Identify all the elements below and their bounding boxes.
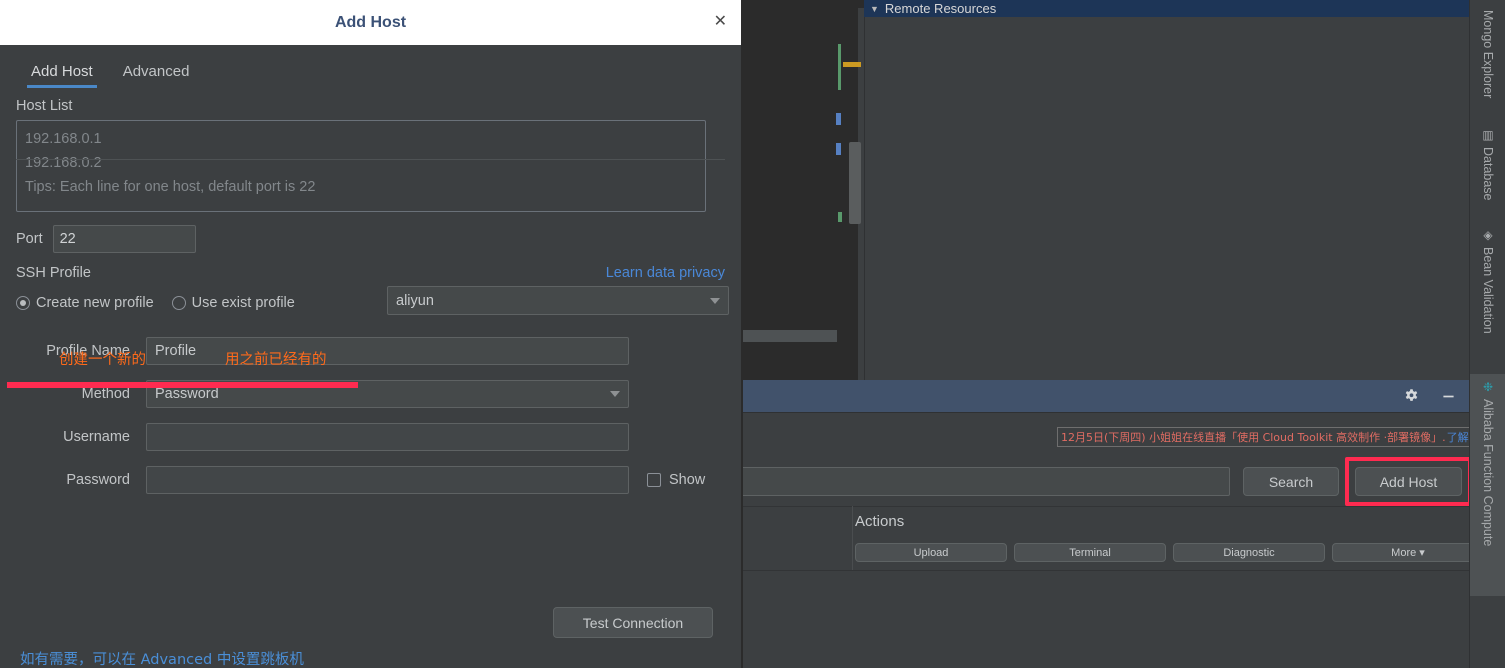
terminal-button[interactable]: Terminal [1014,543,1166,562]
annotation-underline-use-exist [190,382,358,388]
search-input[interactable] [700,467,1230,496]
editor-selection-strip [742,330,837,342]
sidebar-item-bean-validation[interactable]: ◈ Bean Validation [1470,222,1505,354]
sidebar-item-label: Database [1481,147,1495,201]
tab-add-host[interactable]: Add Host [16,58,108,88]
method-value: Password [155,386,219,402]
search-button[interactable]: Search [1243,467,1339,496]
remote-resources-title: Remote Resources [884,1,997,16]
actions-label: Actions [855,513,905,530]
dialog-body: Add Host Advanced Host List 192.168.0.1 … [0,58,741,668]
promo-banner-text: 12月5日(下周四) 小姐姐在线直播「使用 Cloud Toolkit 高效制作… [1061,431,1446,444]
host-list-placeholder-line: Tips: Each line for one host, default po… [25,179,316,195]
existing-profile-value: aliyun [396,292,434,309]
promo-banner[interactable]: 12月5日(下周四) 小姐姐在线直播「使用 Cloud Toolkit 高效制作… [1057,427,1505,447]
sidebar-item-mongo-explorer[interactable]: Mongo Explorer [1470,4,1505,114]
marker-yellow-1 [843,62,861,67]
show-password-wrap[interactable]: Show [647,472,705,488]
actions-button-row: Upload Terminal Diagnostic More ▾ [855,543,1484,562]
host-list-placeholder-line: 192.168.0.2 [25,155,102,171]
gear-icon[interactable] [1403,388,1420,405]
existing-profile-select[interactable]: aliyun [387,286,729,315]
ssh-profile-row: SSH Profile Learn data privacy [16,265,725,281]
dialog-tab-bar: Add Host Advanced [16,58,725,88]
port-label: Port [16,231,43,247]
annotation-use-exist-cn: 用之前已经有的 [225,352,327,368]
toolwindow-header-bar [742,380,1469,412]
add-host-button[interactable]: Add Host [1355,467,1462,496]
bean-icon: ◈ [1481,228,1495,242]
add-host-dialog: Add Host ✕ Add Host Advanced Host List 1… [0,0,742,668]
radio-use-exist-profile-label[interactable]: Use exist profile [192,295,295,311]
sidebar-item-alibaba-function-compute[interactable]: ❉ Alibaba Function Compute [1470,374,1505,596]
host-list-textarea[interactable]: 192.168.0.1 192.168.0.2 Tips: Each line … [16,120,706,212]
sidebar-item-database[interactable]: ▥ Database [1470,122,1505,210]
host-list-label: Host List [16,98,73,114]
sidebar-item-label: Alibaba Function Compute [1481,399,1495,547]
profile-mode-radio-group: Create new profile Use exist profile ali… [16,286,729,315]
toolwindow-header-actions [1403,380,1457,412]
tab-underline [16,159,725,160]
host-list-placeholder-line: 192.168.0.1 [25,131,102,147]
port-row: Port 22 [16,225,725,253]
annotation-underline-create-new [7,382,196,388]
actions-divider-bottom [742,570,1469,571]
username-label: Username [63,429,130,445]
remote-resources-header[interactable]: ▼ Remote Resources [864,0,1469,17]
profile-name-input[interactable]: Profile [146,337,629,365]
learn-data-privacy-link[interactable]: Learn data privacy [606,265,725,281]
annotation-create-new-cn: 创建一个新的 [59,352,146,368]
radio-use-exist-profile[interactable] [171,296,186,310]
test-connection-button[interactable]: Test Connection [553,607,713,638]
actions-divider-vertical [852,506,853,570]
password-input[interactable] [146,466,629,494]
password-label: Password [66,472,130,488]
password-row: Password Show [16,466,725,494]
sidebar-item-label: Bean Validation [1481,247,1495,334]
marker-blue-2 [836,143,841,155]
upload-button[interactable]: Upload [855,543,1007,562]
show-password-checkbox[interactable] [647,473,661,487]
marker-green-1 [838,44,841,90]
dialog-title: Add Host [334,13,407,31]
triangle-down-icon[interactable]: ▼ [870,4,879,14]
marker-blue-1 [836,113,841,125]
sidebar-item-label: Mongo Explorer [1481,10,1495,99]
username-row: Username [16,423,725,451]
tab-advanced[interactable]: Advanced [108,58,205,88]
chevron-down-icon[interactable] [610,391,620,397]
marker-green-2 [838,212,842,222]
screen-root: ▼ Remote Resources 12月5日(下周四) 小姐姐在线直播「使用… [0,0,1505,668]
editor-pane [742,0,864,380]
radio-create-new-profile-label[interactable]: Create new profile [36,295,154,311]
diagnostic-button[interactable]: Diagnostic [1173,543,1325,562]
close-icon[interactable]: ✕ [714,14,727,30]
function-compute-icon: ❉ [1481,380,1495,394]
right-tool-tab-bar: Mongo Explorer ▥ Database ◈ Bean Validat… [1469,0,1505,668]
minimize-icon[interactable] [1440,388,1457,405]
show-password-label: Show [669,472,706,488]
username-input[interactable] [146,423,629,451]
chevron-down-icon[interactable] [710,297,720,304]
ssh-profile-label: SSH Profile [16,265,91,281]
remote-resources-body [864,17,1469,380]
port-input[interactable]: 22 [52,225,196,253]
annotation-advanced-note: 如有需要，可以在 Advanced 中设置跳板机 [20,652,304,668]
database-icon: ▥ [1481,128,1495,142]
editor-scrollbar-thumb[interactable] [849,142,861,224]
dialog-title-bar: Add Host ✕ [0,0,741,45]
more-button[interactable]: More ▾ [1332,543,1484,562]
radio-create-new-profile[interactable] [16,296,30,310]
method-label: Method [81,386,130,402]
